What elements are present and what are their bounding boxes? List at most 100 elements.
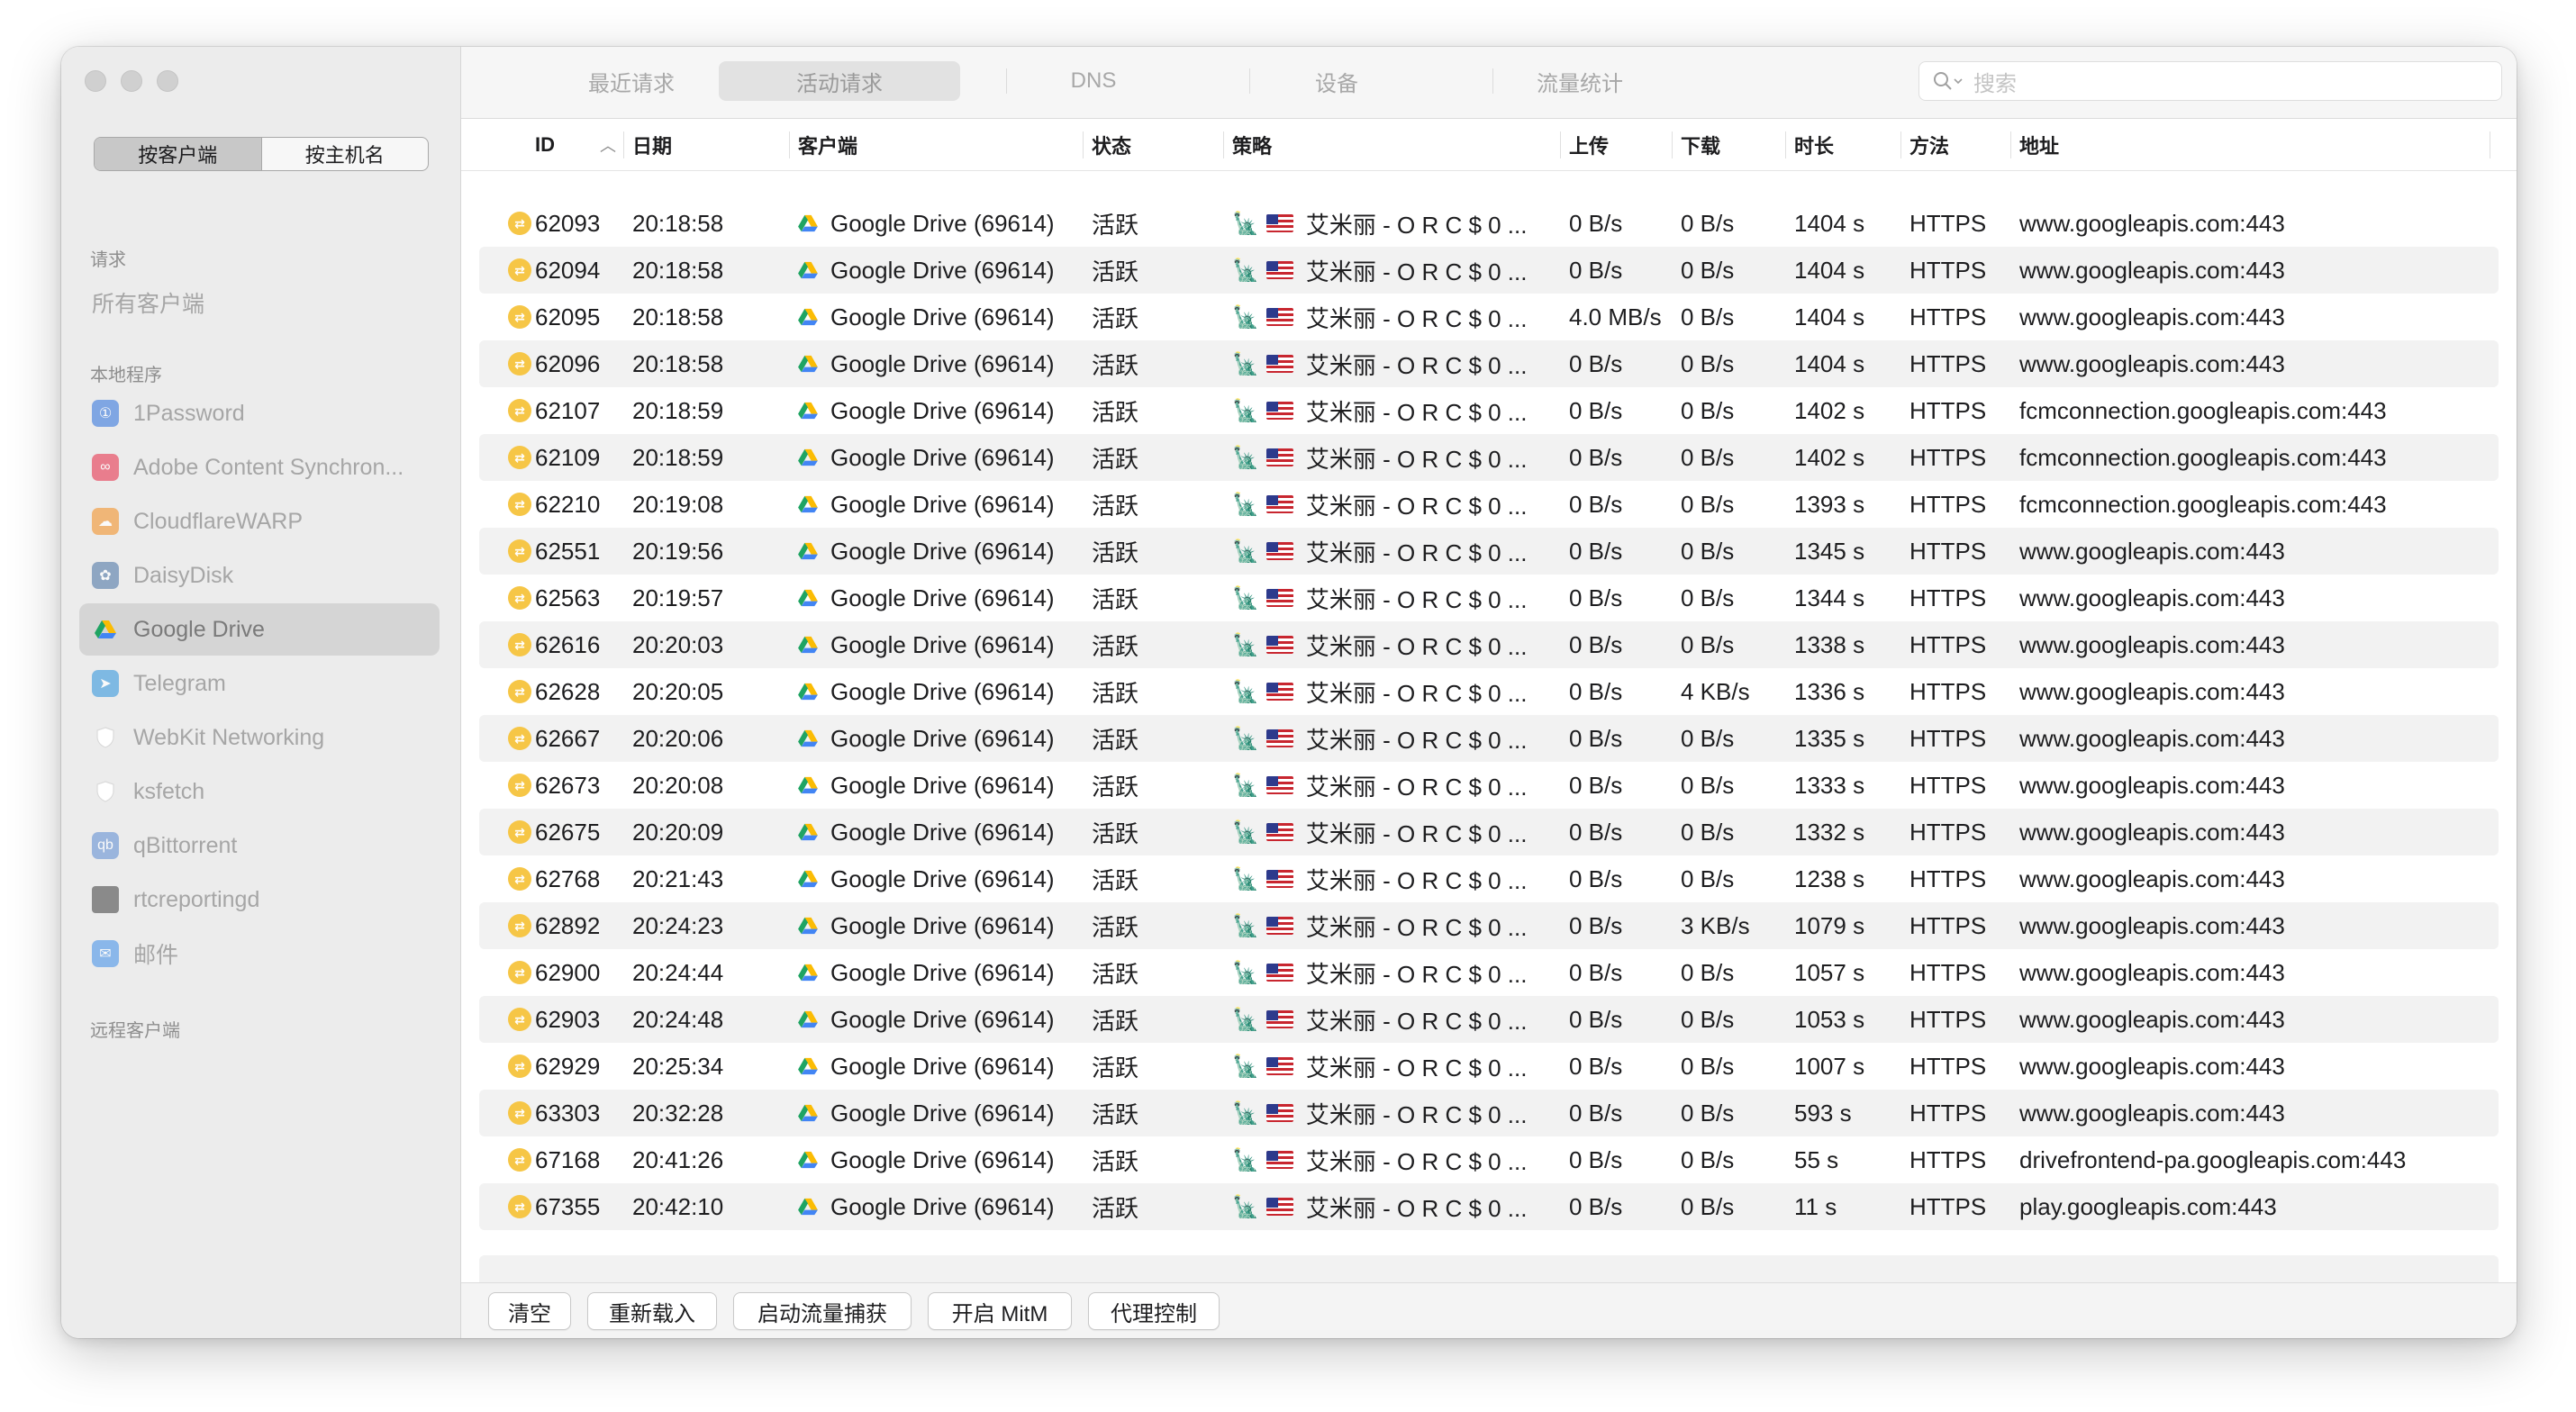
column-header-address[interactable]: 地址: [2019, 119, 2059, 171]
cell-date: 20:20:09: [632, 818, 724, 846]
table-row[interactable]: ⇄ 62107 20:18:59 Google Drive (69614) 活跃 🗽 艾米丽…: [479, 387, 2499, 434]
table-row[interactable]: ⇄ 67168 20:41:26 Google Drive (69614) 活跃 🗽 艾米丽…: [479, 1136, 2499, 1183]
status-indicator-icon: ⇄: [508, 1136, 531, 1183]
table-row[interactable]: ⇄ 62768 20:21:43 Google Drive (69614) 活跃 🗽 艾米丽…: [479, 855, 2499, 902]
tab-active-requests[interactable]: 活动请求: [719, 61, 960, 101]
sidebar-item-app[interactable]: ✉ 邮件: [79, 928, 440, 980]
tab-dns[interactable]: DNS: [973, 61, 1214, 101]
search-icon: [1932, 70, 1964, 92]
cell-date: 20:41:26: [632, 1145, 724, 1173]
sidebar-item-app[interactable]: ∞ Adobe Content Synchron...: [79, 441, 440, 493]
us-flag-icon: [1265, 1198, 1293, 1216]
close-window-button[interactable]: [85, 70, 106, 92]
cell-id: 62210: [535, 490, 601, 518]
table-row[interactable]: ⇄ 62109 20:18:59 Google Drive (69614) 活跃 🗽 艾米丽…: [479, 434, 2499, 481]
cell-download: 0 B/s: [1681, 1145, 1735, 1173]
bottom-toolbar: 清空 重新载入 启动流量捕获 开启 MitM 代理控制: [461, 1282, 2517, 1338]
table-row[interactable]: ⇄ 62616 20:20:03 Google Drive (69614) 活跃 🗽 艾米丽…: [479, 621, 2499, 668]
table-row[interactable]: ⇄ 62929 20:25:34 Google Drive (69614) 活跃 🗽 艾米丽…: [479, 1043, 2499, 1090]
cell-client: Google Drive (69614): [798, 1090, 1055, 1136]
start-capture-button[interactable]: 启动流量捕获: [733, 1292, 912, 1330]
cell-method: HTTPS: [1909, 1145, 1987, 1173]
sidebar-item-app[interactable]: WebKit Networking: [79, 711, 440, 764]
segment-by-client[interactable]: 按客户端: [95, 138, 262, 170]
cell-policy: 🗽 艾米丽 - O R C $ 0 ...: [1232, 258, 1528, 285]
google-drive-icon: [798, 964, 818, 982]
cell-policy: 🗽 艾米丽 - O R C $ 0 ...: [1232, 585, 1528, 613]
table-row[interactable]: ⇄ 62667 20:20:06 Google Drive (69614) 活跃 🗽 艾米丽…: [479, 715, 2499, 762]
table-row[interactable]: ⇄ 62673 20:20:08 Google Drive (69614) 活跃 🗽 艾米丽…: [479, 762, 2499, 809]
statue-of-liberty-icon: 🗽: [1232, 351, 1259, 376]
sidebar-item-app[interactable]: ➤ Telegram: [79, 657, 440, 710]
column-header-client[interactable]: 客户端: [798, 119, 857, 171]
table-row[interactable]: ⇄ 62093 20:18:58 Google Drive (69614) 活跃 🗽 艾米丽…: [479, 200, 2499, 247]
column-header-policy[interactable]: 策略: [1232, 119, 1272, 171]
sidebar-item-app[interactable]: Google Drive: [79, 603, 440, 656]
table-row[interactable]: ⇄ 62563 20:19:57 Google Drive (69614) 活跃 🗽 艾米丽…: [479, 575, 2499, 621]
table-row[interactable]: ⇄ 62628 20:20:05 Google Drive (69614) 活跃 🗽 艾米丽…: [479, 668, 2499, 715]
column-header-id[interactable]: ID ︿: [535, 119, 616, 171]
column-header-method[interactable]: 方法: [1909, 119, 1949, 171]
table-row[interactable]: ⇄ 62094 20:18:58 Google Drive (69614) 活跃 🗽 艾米丽…: [479, 247, 2499, 294]
table-row[interactable]: ⇄ 62892 20:24:23 Google Drive (69614) 活跃 🗽 艾米丽…: [479, 902, 2499, 949]
statue-of-liberty-icon: 🗽: [1232, 1100, 1259, 1126]
enable-mitm-button[interactable]: 开启 MitM: [928, 1292, 1072, 1330]
cell-address: www.googleapis.com:443: [2019, 349, 2285, 377]
table-row[interactable]: ⇄ 62900 20:24:44 Google Drive (69614) 活跃 🗽 艾米丽…: [479, 949, 2499, 996]
cell-date: 20:20:08: [632, 771, 724, 799]
clear-button[interactable]: 清空: [488, 1292, 571, 1330]
table-row[interactable]: ⇄ 62903 20:24:48 Google Drive (69614) 活跃 🗽 艾米丽…: [479, 996, 2499, 1043]
cell-download: 0 B/s: [1681, 818, 1735, 846]
cell-upload: 0 B/s: [1569, 490, 1623, 518]
cell-upload: 0 B/s: [1569, 911, 1623, 939]
table-row[interactable]: ⇄ 62551 20:19:56 Google Drive (69614) 活跃 🗽 艾米丽…: [479, 528, 2499, 575]
sidebar-item-app[interactable]: rtcreportingd: [79, 873, 440, 926]
cell-method: HTTPS: [1909, 630, 1987, 658]
table-row[interactable]: ⇄ 63303 20:32:28 Google Drive (69614) 活跃 🗽 艾米丽…: [479, 1090, 2499, 1136]
sidebar-item-app[interactable]: ✿ DaisyDisk: [79, 549, 440, 602]
sidebar-item-all-clients[interactable]: 所有客户端: [79, 276, 440, 329]
cell-download: 0 B/s: [1681, 864, 1735, 892]
proxy-control-button[interactable]: 代理控制: [1088, 1292, 1220, 1330]
us-flag-icon: [1265, 870, 1293, 888]
cell-client: Google Drive (69614): [798, 1136, 1055, 1183]
status-indicator-icon: ⇄: [508, 1043, 531, 1090]
sidebar-item-app[interactable]: ☁ CloudflareWARP: [79, 495, 440, 548]
sidebar-item-app[interactable]: qb qBittorrent: [79, 819, 440, 872]
us-flag-icon: [1265, 823, 1293, 841]
cell-upload: 0 B/s: [1569, 256, 1623, 284]
search-field[interactable]: 搜索: [1918, 61, 2502, 101]
column-header-duration[interactable]: 时长: [1794, 119, 1834, 171]
sidebar-item-app[interactable]: ① 1Password: [79, 387, 440, 439]
minimize-window-button[interactable]: [121, 70, 142, 92]
table-row[interactable]: ⇄ 67355 20:42:10 Google Drive (69614) 活跃 🗽 艾米丽…: [479, 1183, 2499, 1230]
tab-traffic-stats[interactable]: 流量统计: [1459, 61, 1701, 101]
table-row[interactable]: ⇄ 62096 20:18:58 Google Drive (69614) 活跃 🗽 艾米丽…: [479, 340, 2499, 387]
column-header-upload[interactable]: 上传: [1569, 119, 1609, 171]
tab-devices[interactable]: 设备: [1216, 61, 1457, 101]
cell-method: HTTPS: [1909, 677, 1987, 705]
cell-client: Google Drive (69614): [798, 1043, 1055, 1090]
reload-button[interactable]: 重新载入: [587, 1292, 717, 1330]
statue-of-liberty-icon: 🗽: [1232, 726, 1259, 751]
google-drive-icon: [798, 683, 818, 701]
cell-date: 20:24:23: [632, 911, 724, 939]
segment-by-host[interactable]: 按主机名: [262, 138, 429, 170]
table-row[interactable]: ⇄ 62675 20:20:09 Google Drive (69614) 活跃 🗽 艾米丽…: [479, 809, 2499, 855]
column-header-download[interactable]: 下载: [1681, 119, 1720, 171]
cell-download: 0 B/s: [1681, 443, 1735, 471]
cell-address: fcmconnection.googleapis.com:443: [2019, 396, 2387, 424]
zoom-window-button[interactable]: [157, 70, 178, 92]
cell-status: 活跃: [1092, 398, 1139, 426]
active-status-icon: ⇄: [508, 1195, 531, 1218]
table-row[interactable]: ⇄ 62210 20:19:08 Google Drive (69614) 活跃 🗽 艾米丽…: [479, 481, 2499, 528]
tab-recent-requests[interactable]: 最近请求: [511, 61, 752, 101]
cell-date: 20:18:58: [632, 209, 724, 237]
sidebar-item-app[interactable]: ksfetch: [79, 765, 440, 818]
column-header-status[interactable]: 状态: [1092, 119, 1131, 171]
google-drive-icon: [798, 1151, 818, 1169]
app-window: 按客户端 按主机名 请求 所有客户端 本地程序 ① 1Password ∞ Adobe…: [61, 47, 2517, 1338]
table-row[interactable]: ⇄ 62095 20:18:58 Google Drive (69614) 活跃 🗽 艾米丽…: [479, 294, 2499, 340]
column-header-date[interactable]: 日期: [632, 119, 672, 171]
cell-policy: 🗽 艾米丽 - O R C $ 0 ...: [1232, 819, 1528, 847]
